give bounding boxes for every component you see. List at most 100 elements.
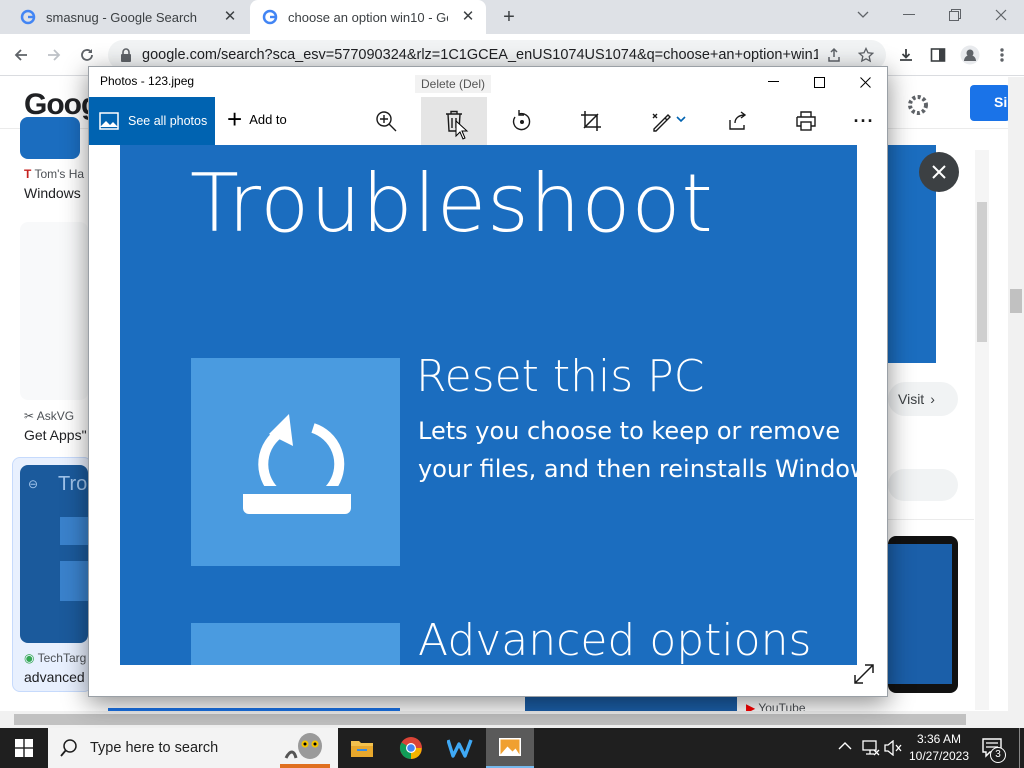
- delete-button[interactable]: [421, 97, 487, 145]
- show-desktop-strip[interactable]: [1019, 728, 1020, 768]
- notification-badge: 3: [990, 747, 1006, 763]
- file-explorer-icon[interactable]: [338, 728, 386, 768]
- network-icon[interactable]: [862, 740, 880, 756]
- close-preview-button[interactable]: [919, 152, 959, 192]
- askvg-favicon-icon: ✂: [24, 409, 35, 423]
- techtarget-favicon-icon: ◉: [24, 651, 35, 665]
- action-chip[interactable]: [888, 469, 958, 501]
- divider: [888, 519, 974, 520]
- restore-icon[interactable]: [932, 0, 978, 30]
- profile-avatar-icon[interactable]: [957, 42, 983, 68]
- back-circle-icon: ⊖: [28, 477, 39, 491]
- clock-time: 3:36 AM: [916, 732, 962, 746]
- add-to-button[interactable]: + Add to: [227, 104, 287, 134]
- result-title[interactable]: Windows: [24, 185, 81, 201]
- toms-hardware-favicon-icon: T: [24, 167, 32, 181]
- app-w-icon[interactable]: [436, 728, 484, 768]
- share-icon[interactable]: [720, 103, 756, 139]
- bookmark-star-icon[interactable]: [853, 42, 879, 68]
- result-title[interactable]: advanced: [24, 669, 85, 685]
- visit-label: Visit: [898, 391, 925, 407]
- photos-app-window: Photos - 123.jpeg Delete (Del) See all p…: [88, 66, 888, 697]
- fullscreen-expand-icon[interactable]: [853, 663, 875, 685]
- back-arrow-icon[interactable]: [8, 42, 34, 68]
- visit-button[interactable]: Visit ›: [888, 382, 958, 416]
- clock-date: 10/27/2023: [908, 749, 970, 763]
- minimize-icon[interactable]: [886, 0, 932, 30]
- print-icon[interactable]: [788, 103, 824, 139]
- window-title: Photos - 123.jpeg: [100, 74, 195, 88]
- reset-pc-tile: [191, 358, 400, 566]
- close-window-icon[interactable]: [978, 0, 1024, 30]
- windows-start-icon[interactable]: [0, 728, 48, 768]
- google-favicon-icon: [262, 9, 278, 25]
- horizontal-scrollbar[interactable]: [0, 711, 1024, 728]
- reset-pc-description: your files, and then reinstalls Window: [418, 455, 857, 483]
- windows-taskbar: Type here to search 3:36 AM 10/27/2023 3: [0, 728, 1024, 768]
- lock-icon[interactable]: [120, 48, 132, 62]
- image-result-thumb[interactable]: [20, 222, 88, 400]
- mouse-cursor-icon: [455, 120, 469, 140]
- scrollbar-thumb[interactable]: [1010, 289, 1022, 313]
- search-icon: [60, 739, 77, 757]
- see-all-label: See all photos: [128, 114, 208, 128]
- result-source: ✂ AskVG: [24, 409, 75, 423]
- settings-gear-icon[interactable]: [906, 93, 930, 117]
- taskbar-search-box[interactable]: Type here to search: [48, 728, 338, 768]
- chrome-tab-strip: smasnug - Google Search ✕ choose an opti…: [0, 0, 1024, 34]
- close-icon: [932, 165, 946, 179]
- image-result-thumb[interactable]: [525, 697, 737, 711]
- youtube-result-thumb[interactable]: [888, 536, 958, 693]
- thumb-tile: [60, 517, 88, 545]
- image-heading: Troubleshoot: [190, 157, 714, 250]
- chrome-icon[interactable]: [387, 728, 435, 768]
- close-tab-icon[interactable]: ✕: [460, 9, 476, 25]
- result-source: ◉ TechTarg: [24, 651, 87, 665]
- vertical-scrollbar[interactable]: [1008, 77, 1024, 711]
- chrome-menu-icon[interactable]: [989, 42, 1015, 68]
- tab-title: smasnug - Google Search: [46, 9, 198, 25]
- add-to-label: Add to: [249, 111, 287, 127]
- preview-scrollbar[interactable]: [975, 150, 989, 710]
- zoom-in-icon[interactable]: [368, 103, 404, 139]
- photo-viewer-image[interactable]: Troubleshoot Reset this PC Lets you choo…: [120, 145, 857, 665]
- forward-arrow-icon[interactable]: [41, 42, 67, 68]
- minimize-icon[interactable]: [750, 67, 796, 97]
- chevron-right-icon: ›: [930, 391, 935, 407]
- taskbar-clock[interactable]: 3:36 AM 10/27/2023: [898, 731, 980, 765]
- scrollbar-thumb[interactable]: [977, 202, 987, 342]
- browser-tab[interactable]: smasnug - Google Search ✕: [8, 0, 248, 34]
- close-tab-icon[interactable]: ✕: [222, 9, 238, 25]
- plus-icon: +: [227, 104, 243, 134]
- tab-title: choose an option win10 - Goog: [288, 9, 448, 25]
- rotate-icon[interactable]: [504, 103, 540, 139]
- side-panel-icon[interactable]: [925, 42, 951, 68]
- url-text[interactable]: google.com/search?sca_esv=577090324&rlz=…: [142, 47, 818, 63]
- edit-draw-button[interactable]: [645, 103, 693, 139]
- reset-pc-title: Reset this PC: [416, 351, 705, 402]
- more-icon[interactable]: ···: [846, 103, 882, 139]
- photos-app-taskbar-icon[interactable]: [486, 728, 534, 768]
- new-tab-button[interactable]: +: [498, 6, 520, 28]
- sign-in-button[interactable]: Si: [970, 85, 1010, 121]
- advanced-options-title: Advanced options: [418, 615, 812, 665]
- browser-tab-active[interactable]: choose an option win10 - Goog ✕: [250, 0, 486, 34]
- google-favicon-icon: [20, 9, 36, 25]
- download-icon[interactable]: [893, 42, 919, 68]
- show-hidden-icons-chevron-icon[interactable]: [838, 741, 852, 751]
- edit-draw-icon: [652, 113, 686, 132]
- photo-gallery-icon: [99, 112, 119, 130]
- scrollbar-thumb[interactable]: [14, 714, 966, 725]
- maximize-icon[interactable]: [796, 67, 842, 97]
- tab-search-chevron-icon[interactable]: [840, 0, 886, 30]
- share-page-icon[interactable]: [821, 42, 847, 68]
- search-placeholder: Type here to search: [90, 740, 219, 756]
- result-title[interactable]: Get Apps": [24, 427, 87, 443]
- close-window-icon[interactable]: [842, 67, 888, 97]
- image-result-thumb[interactable]: [20, 117, 80, 159]
- see-all-photos-button[interactable]: See all photos: [89, 97, 215, 145]
- thumb-caption: Tro: [58, 473, 88, 495]
- image-result-thumb[interactable]: ⊖ Tro: [20, 465, 88, 643]
- crop-icon[interactable]: [573, 103, 609, 139]
- reload-icon[interactable]: [74, 42, 100, 68]
